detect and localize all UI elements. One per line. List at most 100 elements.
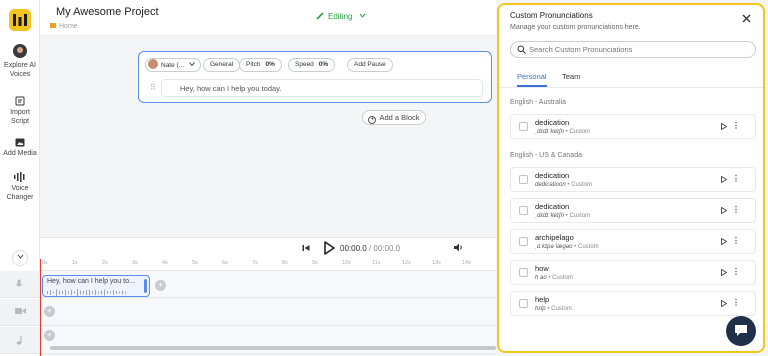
add-block-button[interactable]: + Add a Block bbox=[362, 110, 426, 125]
more-options-icon[interactable]: ⋮ bbox=[732, 174, 740, 183]
timeline-scrollbar[interactable] bbox=[50, 346, 496, 350]
pitch-value: 0% bbox=[265, 61, 275, 68]
panel-title: Custom Pronunciations bbox=[510, 11, 593, 20]
rail-label: Script bbox=[11, 118, 29, 125]
rail-explore-ai-voices[interactable]: Explore AI Voices bbox=[0, 44, 40, 79]
entry-checkbox[interactable] bbox=[519, 122, 528, 131]
project-title[interactable]: My Awesome Project bbox=[56, 6, 159, 18]
more-options-icon[interactable]: ⋮ bbox=[732, 205, 740, 214]
rail-import-script[interactable]: Import Script bbox=[0, 96, 40, 126]
group-heading: English - Australia bbox=[510, 99, 567, 106]
breadcrumb[interactable]: Home bbox=[50, 23, 78, 30]
rail-label: Voices bbox=[9, 71, 31, 78]
add-clip-button[interactable]: + bbox=[155, 280, 166, 291]
play-icon[interactable] bbox=[323, 241, 335, 255]
plus-circle-icon: + bbox=[368, 116, 377, 124]
entry-checkbox[interactable] bbox=[519, 206, 528, 215]
entry-checkbox[interactable] bbox=[519, 175, 528, 184]
more-options-icon[interactable]: ⋮ bbox=[732, 121, 740, 130]
speed-control[interactable]: Speed 0% bbox=[288, 58, 336, 72]
ruler-tick-label: 11s bbox=[372, 260, 381, 266]
mode-dropdown[interactable]: Editing bbox=[316, 12, 366, 21]
timeline-ruler[interactable]: 0s 1s 2s 3s 4s 5s 6s 7s 8s 9s 10s 11s 12s 13s 14s bbox=[40, 259, 496, 271]
entry-checkbox[interactable] bbox=[519, 268, 528, 277]
custom-pronunciations-panel: Custom Pronunciations Manage your custom… bbox=[497, 3, 765, 353]
ruler-tick-label: 9s bbox=[312, 260, 318, 266]
drag-handle-icon[interactable]: ⠿ bbox=[150, 83, 156, 92]
chat-support-button[interactable] bbox=[726, 316, 756, 346]
volume-icon[interactable] bbox=[454, 243, 464, 252]
video-lane[interactable] bbox=[40, 299, 496, 326]
entry-word: dedication bbox=[535, 118, 570, 127]
more-options-icon[interactable]: ⋮ bbox=[732, 267, 740, 276]
rail-label: Voice bbox=[11, 185, 29, 192]
entry-tag: Custom bbox=[569, 129, 591, 135]
pitch-control[interactable]: Pitch 0% bbox=[239, 58, 282, 72]
panel-subtitle: Manage your custom pronunciations here. bbox=[510, 24, 641, 31]
add-music-button[interactable]: + bbox=[44, 330, 55, 341]
play-icon[interactable] bbox=[721, 238, 727, 245]
play-icon[interactable] bbox=[721, 300, 727, 307]
entry-word: help bbox=[535, 295, 550, 304]
ruler-tick-label: 1s bbox=[72, 260, 78, 266]
pronunciation-search[interactable] bbox=[510, 41, 756, 58]
entry-bullet: • bbox=[565, 129, 568, 135]
style-selector[interactable]: General bbox=[203, 58, 241, 72]
entry-checkbox[interactable] bbox=[519, 299, 528, 308]
entry-bullet: • bbox=[567, 182, 570, 188]
chat-icon bbox=[735, 325, 747, 336]
entry-pronunciation: ˌɑːkɪpəˈlæɡəʊ • Custom bbox=[535, 244, 599, 250]
speed-label: Speed bbox=[295, 61, 314, 68]
entry-tag: Custom bbox=[577, 244, 599, 250]
duration: 00:00.0 bbox=[373, 244, 401, 253]
more-options-icon[interactable]: ⋮ bbox=[732, 236, 740, 245]
rail-label: Add Media bbox=[3, 150, 37, 157]
close-icon[interactable] bbox=[742, 14, 751, 23]
mode-label: Editing bbox=[328, 12, 353, 21]
app-logo[interactable] bbox=[9, 9, 31, 31]
ruler-tick-label: 7s bbox=[252, 260, 258, 266]
block-text-row[interactable]: ⠿ Hey, how can I help you today. bbox=[150, 79, 483, 97]
entry-ipa: dedicatioon bbox=[535, 182, 566, 188]
play-icon[interactable] bbox=[721, 207, 727, 214]
entry-bullet: • bbox=[547, 306, 550, 312]
pronunciation-entry[interactable]: dedication dedicatioon • Custom ⋮ bbox=[510, 167, 756, 192]
voice-selector[interactable]: Nate (... bbox=[145, 58, 201, 72]
breadcrumb-home[interactable]: Home bbox=[59, 23, 78, 30]
pronunciation-entry[interactable]: how h aʊ • Custom ⋮ bbox=[510, 260, 756, 285]
rail-label: Changer bbox=[6, 194, 34, 201]
timeline-collapse-button[interactable] bbox=[12, 250, 28, 266]
pronunciation-entry[interactable]: dedication ˌdɛdɪˈkeɪʃn • Custom ⋮ bbox=[510, 114, 756, 139]
rail-voice-changer[interactable]: Voice Changer bbox=[0, 172, 40, 202]
skip-back-icon[interactable] bbox=[302, 244, 310, 252]
player-bar: 00:00.0 / 00:00.0 bbox=[40, 237, 496, 259]
tab-team[interactable]: Team bbox=[562, 72, 580, 81]
timeline-clip[interactable]: Hey, how can I help you to... bbox=[42, 275, 150, 297]
pronunciation-entry[interactable]: dedication ˌdɛdɪˈkeɪʃn • Custom ⋮ bbox=[510, 198, 756, 223]
pronunciation-entry[interactable]: archipelago ˌɑːkɪpəˈlæɡəʊ • Custom ⋮ bbox=[510, 229, 756, 254]
entry-ipa: h aʊ bbox=[535, 275, 547, 281]
add-video-button[interactable]: + bbox=[44, 306, 55, 317]
playhead[interactable] bbox=[40, 259, 41, 356]
play-icon[interactable] bbox=[721, 176, 727, 183]
entry-bullet: • bbox=[565, 213, 568, 219]
play-icon[interactable] bbox=[721, 269, 727, 276]
more-options-icon[interactable]: ⋮ bbox=[732, 298, 740, 307]
block-text[interactable]: Hey, how can I help you today. bbox=[180, 84, 281, 93]
entry-bullet: • bbox=[548, 275, 551, 281]
play-icon[interactable] bbox=[721, 123, 727, 130]
script-block[interactable]: Nate (... General Pitch 0% Speed 0% Add Pa… bbox=[138, 51, 492, 103]
home-icon bbox=[50, 23, 56, 28]
entry-ipa: ˌɑːkɪpəˈlæɡəʊ bbox=[535, 244, 573, 250]
search-input[interactable] bbox=[529, 44, 749, 55]
logo-mark-icon bbox=[13, 14, 27, 26]
tab-personal[interactable]: Personal bbox=[517, 72, 547, 81]
clip-text: Hey, how can I help you to... bbox=[47, 278, 135, 285]
add-pause-button[interactable]: Add Pause bbox=[347, 58, 393, 72]
current-time: 00:00.0 bbox=[340, 244, 367, 253]
pronunciation-entry[interactable]: help hɛlp • Custom ⋮ bbox=[510, 291, 756, 316]
clip-resize-handle[interactable] bbox=[144, 279, 147, 293]
project-header: My Awesome Project Home Editing bbox=[40, 0, 496, 36]
rail-add-media[interactable]: Add Media bbox=[0, 138, 40, 158]
entry-checkbox[interactable] bbox=[519, 237, 528, 246]
